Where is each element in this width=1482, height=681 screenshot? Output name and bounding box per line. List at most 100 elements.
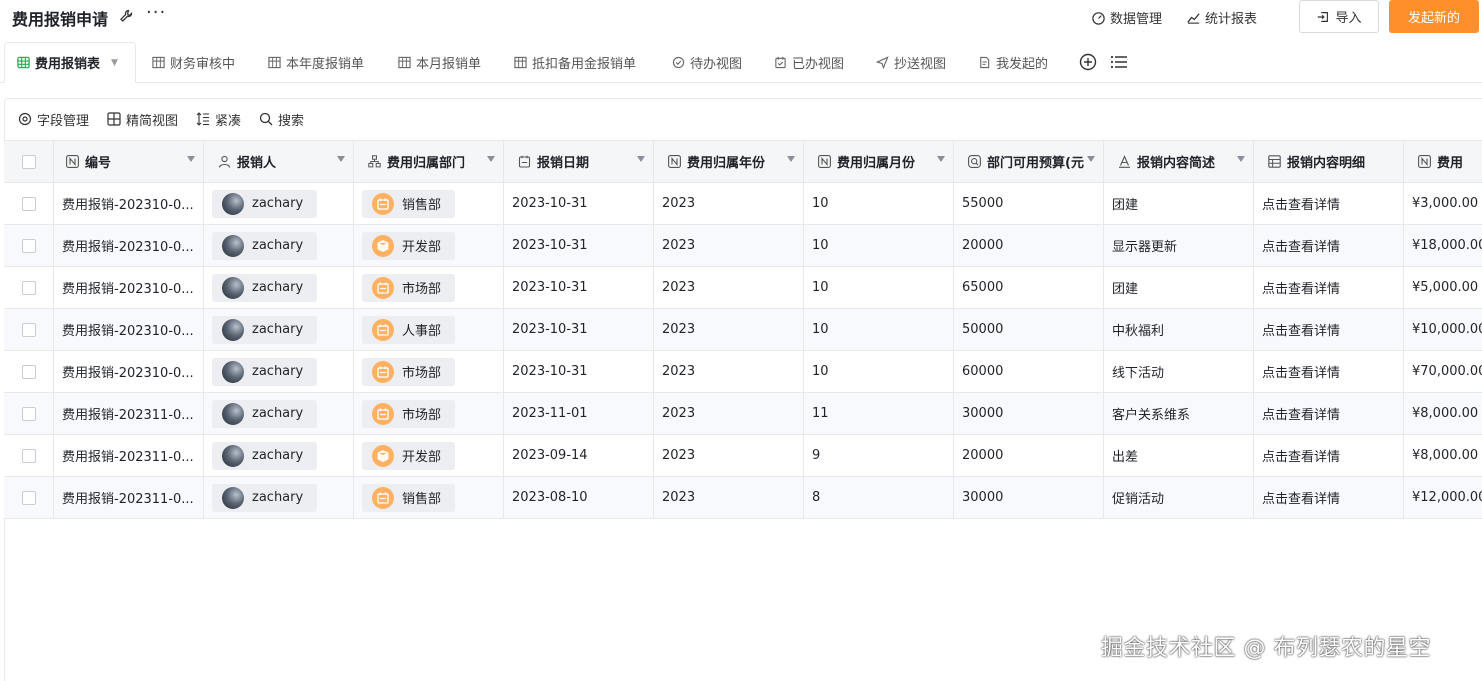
cell-amount[interactable]: ¥70,000.00 [1404, 351, 1482, 392]
cell-budget[interactable]: 55000 [954, 183, 1104, 224]
cell-budget[interactable]: 20000 [954, 435, 1104, 476]
tab-my-launched[interactable]: 我发起的 [978, 42, 1048, 82]
cell-dept[interactable]: 开发部 [354, 435, 504, 476]
cell-month[interactable]: 10 [804, 267, 954, 308]
row-checkbox[interactable] [21, 238, 36, 253]
simple-view-button[interactable]: 精简视图 [107, 110, 178, 129]
cell-year[interactable]: 2023 [654, 225, 804, 266]
data-manage-link[interactable]: 数据管理 [1091, 8, 1162, 27]
cell-date[interactable]: 2023-10-31 [504, 267, 654, 308]
chevron-down-icon[interactable] [1237, 156, 1245, 162]
cell-date[interactable]: 2023-10-31 [504, 351, 654, 392]
person-chip[interactable]: zachary [212, 357, 318, 386]
cell-amount[interactable]: ¥8,000.00 [1404, 393, 1482, 434]
view-detail-link[interactable]: 点击查看详情 [1262, 278, 1340, 297]
tab-this-month[interactable]: 本月报销单 [398, 42, 481, 82]
dept-chip[interactable]: 市场部 [362, 399, 456, 428]
cell-detail[interactable]: 点击查看详情 [1254, 183, 1404, 224]
cell-summary[interactable]: 客户关系维系 [1104, 393, 1254, 434]
cell-month[interactable]: 10 [804, 351, 954, 392]
cell-person[interactable]: zachary [204, 267, 354, 308]
cell-detail[interactable]: 点击查看详情 [1254, 435, 1404, 476]
cell-budget[interactable]: 30000 [954, 393, 1104, 434]
cell-person[interactable]: zachary [204, 309, 354, 350]
dept-chip[interactable]: 开发部 [362, 231, 456, 260]
tab-done[interactable]: 已办视图 [774, 42, 844, 82]
cell-year[interactable]: 2023 [654, 393, 804, 434]
cell-dept[interactable]: 人事部 [354, 309, 504, 350]
person-chip[interactable]: zachary [212, 441, 318, 470]
cell-amount[interactable]: ¥5,000.00 [1404, 267, 1482, 308]
cell-detail[interactable]: 点击查看详情 [1254, 351, 1404, 392]
cell-month[interactable]: 10 [804, 225, 954, 266]
cell-person[interactable]: zachary [204, 477, 354, 518]
cell-person[interactable]: zachary [204, 435, 354, 476]
person-chip[interactable]: zachary [212, 189, 318, 218]
row-checkbox[interactable] [21, 490, 36, 505]
cell-year[interactable]: 2023 [654, 309, 804, 350]
cell-person[interactable]: zachary [204, 351, 354, 392]
column-header-detail[interactable]: 报销内容明细 [1254, 141, 1404, 182]
tab-this-year[interactable]: 本年度报销单 [268, 42, 364, 82]
chevron-down-icon[interactable] [1087, 156, 1095, 162]
cell-summary[interactable]: 显示器更新 [1104, 225, 1254, 266]
person-chip[interactable]: zachary [212, 273, 318, 302]
cell-date[interactable]: 2023-10-31 [504, 309, 654, 350]
import-button[interactable]: 导入 [1299, 0, 1379, 33]
cell-id[interactable]: 费用报销-202310-0... [54, 183, 204, 224]
cell-date[interactable]: 2023-11-01 [504, 393, 654, 434]
chevron-down-icon[interactable] [187, 156, 195, 162]
row-checkbox[interactable] [21, 322, 36, 337]
cell-detail[interactable]: 点击查看详情 [1254, 393, 1404, 434]
tab-petty-cash[interactable]: 抵扣备用金报销单 [514, 42, 636, 82]
launch-new-button[interactable]: 发起新的 [1389, 0, 1479, 33]
cell-month[interactable]: 9 [804, 435, 954, 476]
cell-dept[interactable]: 市场部 [354, 393, 504, 434]
cell-budget[interactable]: 60000 [954, 351, 1104, 392]
column-header-summary[interactable]: 报销内容简述 [1104, 141, 1254, 182]
table-row[interactable]: 费用报销-202310-0... zachary 开发部 2023-10-31 … [4, 225, 1482, 267]
cell-id[interactable]: 费用报销-202310-0... [54, 351, 204, 392]
cell-date[interactable]: 2023-08-10 [504, 477, 654, 518]
cell-date[interactable]: 2023-10-31 [504, 225, 654, 266]
cell-year[interactable]: 2023 [654, 267, 804, 308]
cell-summary[interactable]: 出差 [1104, 435, 1254, 476]
cell-summary[interactable]: 线下活动 [1104, 351, 1254, 392]
cell-detail[interactable]: 点击查看详情 [1254, 225, 1404, 266]
row-checkbox[interactable] [21, 406, 36, 421]
table-row[interactable]: 费用报销-202310-0... zachary 人事部 2023-10-31 … [4, 309, 1482, 351]
compact-button[interactable]: 紧凑 [196, 110, 241, 129]
column-header-year[interactable]: 费用归属年份 [654, 141, 804, 182]
column-header-dept[interactable]: 费用归属部门 [354, 141, 504, 182]
more-icon[interactable]: ··· [146, 2, 166, 23]
view-detail-link[interactable]: 点击查看详情 [1262, 320, 1340, 339]
cell-detail[interactable]: 点击查看详情 [1254, 309, 1404, 350]
view-list-icon[interactable] [1110, 54, 1128, 70]
row-checkbox[interactable] [21, 196, 36, 211]
view-detail-link[interactable]: 点击查看详情 [1262, 488, 1340, 507]
chevron-down-icon[interactable] [637, 156, 645, 162]
table-row[interactable]: 费用报销-202310-0... zachary 市场部 2023-10-31 … [4, 351, 1482, 393]
cell-person[interactable]: zachary [204, 225, 354, 266]
row-checkbox[interactable] [21, 280, 36, 295]
cell-month[interactable]: 10 [804, 183, 954, 224]
row-checkbox[interactable] [21, 364, 36, 379]
select-all-checkbox[interactable] [21, 154, 36, 169]
view-detail-link[interactable]: 点击查看详情 [1262, 446, 1340, 465]
cell-month[interactable]: 10 [804, 309, 954, 350]
cell-amount[interactable]: ¥12,000.00 [1404, 477, 1482, 518]
cell-summary[interactable]: 团建 [1104, 183, 1254, 224]
column-header-budget[interactable]: 部门可用预算(元 [954, 141, 1104, 182]
column-header-date[interactable]: 报销日期 [504, 141, 654, 182]
cell-summary[interactable]: 促销活动 [1104, 477, 1254, 518]
cell-date[interactable]: 2023-09-14 [504, 435, 654, 476]
dept-chip[interactable]: 开发部 [362, 441, 456, 470]
cell-month[interactable]: 11 [804, 393, 954, 434]
person-chip[interactable]: zachary [212, 483, 318, 512]
dept-chip[interactable]: 销售部 [362, 483, 456, 512]
table-row[interactable]: 费用报销-202311-0... zachary 开发部 2023-09-14 … [4, 435, 1482, 477]
tab-todo[interactable]: 待办视图 [672, 42, 742, 82]
column-header-month[interactable]: 费用归属月份 [804, 141, 954, 182]
person-chip[interactable]: zachary [212, 231, 318, 260]
cell-date[interactable]: 2023-10-31 [504, 183, 654, 224]
